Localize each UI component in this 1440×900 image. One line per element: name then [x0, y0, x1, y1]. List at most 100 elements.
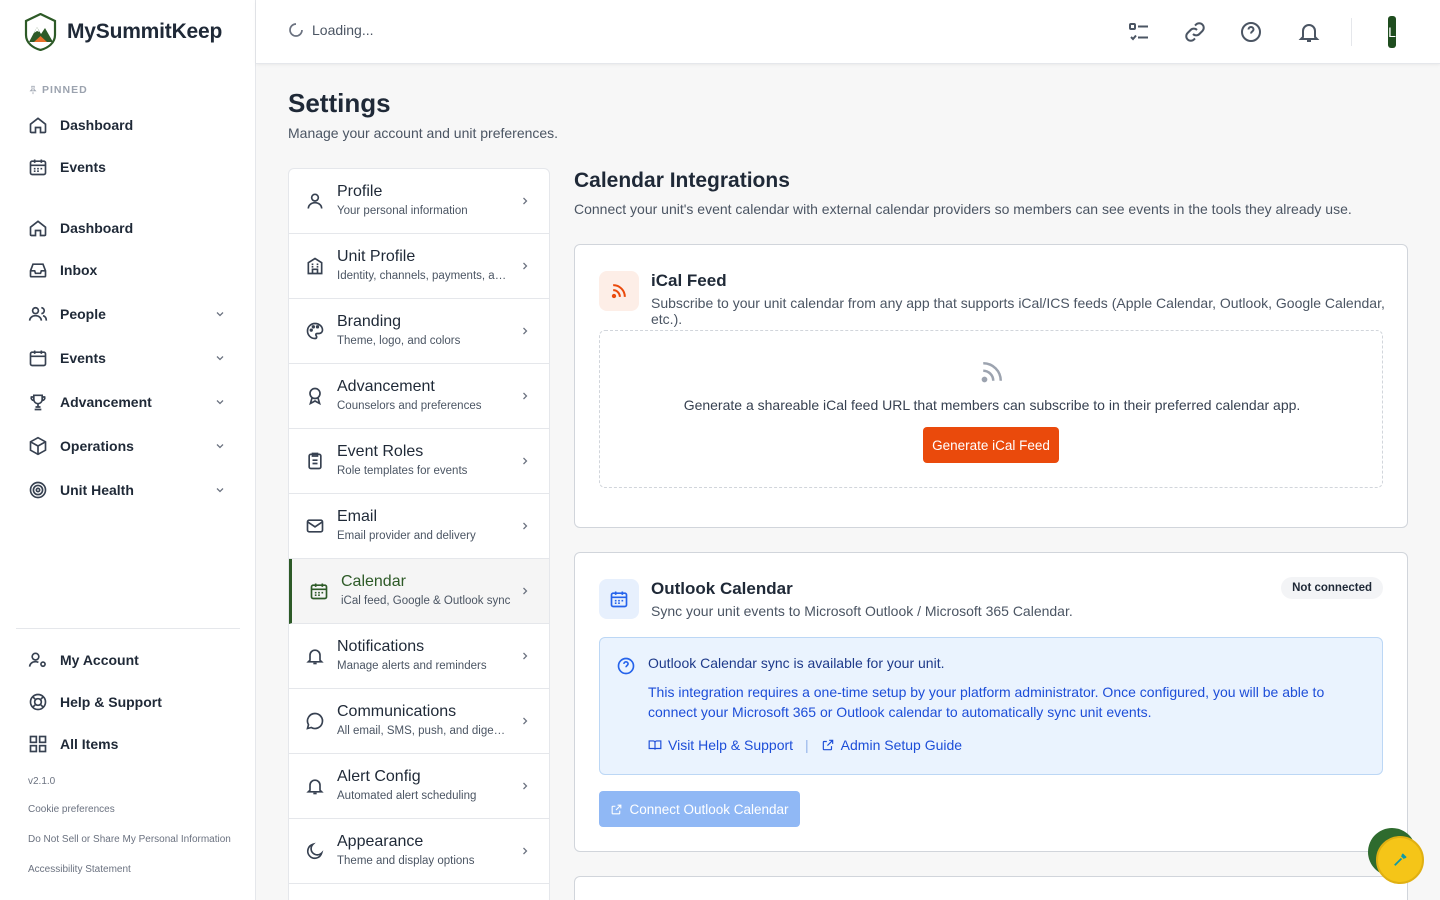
settings-item-branding[interactable]: Branding Theme, logo, and colors — [289, 299, 549, 364]
settings-item-calendar[interactable]: Calendar iCal feed, Google & Outlook syn… — [289, 559, 549, 624]
sidebar-pinned-events[interactable]: Events — [16, 149, 240, 185]
chevron-down-icon — [214, 352, 226, 364]
chevron-right-icon — [519, 390, 531, 402]
target-icon — [28, 480, 48, 500]
sidebar-item-events[interactable]: Events — [16, 340, 240, 376]
palette-icon — [305, 321, 325, 341]
help-icon[interactable] — [1239, 20, 1263, 44]
settings-item-alert-config[interactable]: Alert Config Automated alert scheduling — [289, 754, 549, 819]
sidebar-divider — [16, 628, 240, 629]
outlook-title: Outlook Calendar — [651, 579, 793, 598]
info-body: This integration requires a one-time set… — [648, 684, 1325, 720]
rss-icon — [977, 357, 1007, 387]
settings-nav: Profile Your personal information Unit P… — [288, 168, 550, 900]
sidebar: MySummitKeep PINNED Dashboard Events Das… — [0, 0, 256, 900]
loading-indicator: Loading... — [288, 22, 374, 38]
ical-subtitle: Subscribe to your unit calendar from any… — [651, 295, 1385, 327]
mail-icon — [305, 516, 325, 536]
building-icon — [305, 256, 325, 276]
sidebar-item-inbox[interactable]: Inbox — [16, 252, 240, 288]
sidebar-item-my-account[interactable]: My Account — [16, 642, 240, 678]
version-label: v2.1.0 — [28, 776, 56, 787]
external-link-icon — [821, 738, 835, 752]
cookie-preferences-link[interactable]: Cookie preferences — [28, 804, 115, 815]
chevron-right-icon — [519, 780, 531, 792]
settings-item-profile[interactable]: Profile Your personal information — [289, 169, 549, 234]
top-bar: Loading... L — [256, 0, 1440, 64]
settings-item-appearance[interactable]: Appearance Theme and display options — [289, 819, 549, 884]
ical-title: iCal Feed — [651, 271, 727, 290]
sidebar-item-advancement[interactable]: Advancement — [16, 384, 240, 420]
help-circle-icon — [616, 656, 636, 676]
page-title: Settings — [288, 88, 391, 118]
clipboard-icon — [305, 451, 325, 471]
task-list-icon[interactable] — [1127, 20, 1151, 44]
sidebar-item-people[interactable]: People — [16, 296, 240, 332]
visit-help-link[interactable]: Visit Help & Support — [648, 737, 793, 753]
sidebar-item-help-support[interactable]: Help & Support — [16, 684, 240, 720]
chevron-right-icon — [519, 650, 531, 662]
accessibility-link[interactable]: Accessibility Statement — [28, 864, 131, 875]
chevron-right-icon — [519, 585, 531, 597]
chevron-right-icon — [519, 325, 531, 337]
chevron-down-icon — [214, 308, 226, 320]
sidebar-pinned-dashboard[interactable]: Dashboard — [16, 107, 240, 143]
calendar-icon — [599, 579, 639, 619]
bell-icon — [305, 646, 325, 666]
home-icon — [28, 218, 48, 238]
status-badge: Not connected — [1281, 577, 1383, 599]
grid-icon — [28, 734, 48, 754]
chevron-right-icon — [519, 195, 531, 207]
brand-name: MySummitKeep — [67, 20, 223, 43]
brand[interactable]: MySummitKeep — [0, 0, 255, 64]
calendar-icon — [309, 581, 329, 601]
user-gear-icon — [28, 650, 48, 670]
moon-icon — [305, 841, 325, 861]
rss-icon — [599, 271, 639, 311]
section-subtitle: Connect your unit's event calendar with … — [574, 201, 1352, 217]
do-not-sell-link[interactable]: Do Not Sell or Share My Personal Informa… — [28, 834, 231, 845]
spinner-icon — [288, 22, 304, 38]
calendar-icon — [28, 157, 48, 177]
chevron-right-icon — [519, 260, 531, 272]
sidebar-item-unit-health[interactable]: Unit Health — [16, 472, 240, 508]
settings-item-unit-profile[interactable]: Unit Profile Identity, channels, payment… — [289, 234, 549, 299]
ical-feed-card: iCal Feed Subscribe to your unit calenda… — [574, 244, 1408, 528]
dev-tools-fab[interactable] — [1376, 836, 1424, 884]
people-icon — [28, 304, 48, 324]
bell-icon — [305, 776, 325, 796]
user-icon — [305, 191, 325, 211]
info-links: Visit Help & Support | Admin Setup Guide — [648, 737, 962, 753]
pin-icon — [28, 85, 38, 95]
chevron-right-icon — [519, 520, 531, 532]
avatar[interactable]: L — [1388, 16, 1396, 48]
inbox-icon — [28, 260, 48, 280]
settings-item-communications[interactable]: Communications All email, SMS, push, and… — [289, 689, 549, 754]
topbar-separator — [1351, 18, 1352, 46]
settings-item-event-roles[interactable]: Event Roles Role templates for events — [289, 429, 549, 494]
calendar-icon — [28, 348, 48, 368]
settings-item-notifications[interactable]: Notifications Manage alerts and reminder… — [289, 624, 549, 689]
section-title: Calendar Integrations — [574, 169, 790, 192]
link-icon[interactable] — [1183, 20, 1207, 44]
admin-setup-guide-link[interactable]: Admin Setup Guide — [821, 737, 962, 753]
sidebar-item-all-items[interactable]: All Items — [16, 726, 240, 762]
ical-empty-state: Generate a shareable iCal feed URL that … — [599, 330, 1383, 488]
chevron-right-icon — [519, 715, 531, 727]
sidebar-item-operations[interactable]: Operations — [16, 428, 240, 464]
flask-icon — [1391, 851, 1409, 869]
generate-ical-button[interactable]: Generate iCal Feed — [923, 427, 1059, 463]
connect-outlook-button[interactable]: Connect Outlook Calendar — [599, 791, 800, 827]
ical-empty-text: Generate a shareable iCal feed URL that … — [683, 397, 1301, 413]
sidebar-item-dashboard[interactable]: Dashboard — [16, 210, 240, 246]
settings-item-advancement[interactable]: Advancement Counselors and preferences — [289, 364, 549, 429]
trophy-icon — [28, 392, 48, 412]
home-icon — [28, 115, 48, 135]
chevron-down-icon — [214, 484, 226, 496]
outlook-subtitle: Sync your unit events to Microsoft Outlo… — [651, 603, 1073, 619]
settings-item-email[interactable]: Email Email provider and delivery — [289, 494, 549, 559]
book-icon — [648, 738, 662, 752]
chevron-right-icon — [519, 845, 531, 857]
mountain-logo-icon — [24, 13, 57, 51]
bell-icon[interactable] — [1297, 20, 1321, 44]
